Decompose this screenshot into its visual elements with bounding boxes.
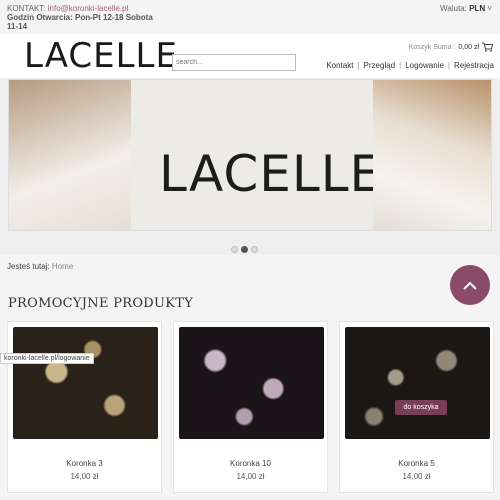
status-url-tooltip: koronki-lacelle.pl/logowanie [0, 353, 94, 364]
currency-selector[interactable]: Waluta: PLN ˅ [440, 4, 492, 13]
slider-dot-2[interactable] [241, 246, 248, 253]
product-image[interactable] [13, 327, 158, 439]
main-nav: Kontakt | Przegląd | Logowanie | Rejestr… [326, 61, 494, 70]
contact-info: KONTAKT: info@koronki-lacelle.pl [7, 4, 128, 13]
search-input[interactable] [172, 54, 296, 71]
site-header: LACELLE Koszyk Suma : 0,00 zł Kontakt | … [0, 34, 500, 78]
nav-separator: | [357, 61, 360, 70]
currency-value: PLN [469, 4, 486, 13]
nav-rejestracja[interactable]: Rejestracja [454, 61, 494, 70]
currency-label: Waluta: [440, 4, 467, 13]
opening-hours: Godzin Otwarcia: Pon-Pt 12-18 Sobota 11-… [7, 13, 153, 31]
bride-photo-left [9, 80, 131, 230]
contact-email-link[interactable]: info@koronki-lacelle.pl [48, 4, 129, 13]
chevron-up-icon [463, 281, 477, 290]
nav-kontakt[interactable]: Kontakt [326, 61, 353, 70]
nav-logowanie[interactable]: Logowanie [405, 61, 444, 70]
shopping-cart-icon [482, 42, 493, 52]
breadcrumb-label: Jesteś tutaj: [7, 262, 50, 271]
product-price: 14,00 zł [70, 472, 99, 481]
cart-label: Koszyk Suma : [408, 43, 456, 51]
section-title: PROMOCYJNE PRODUKTY [8, 296, 194, 311]
cart-total: 0,00 zł [458, 43, 479, 51]
product-name[interactable]: Koronka 3 [8, 459, 161, 468]
product-price: 14,00 zł [236, 472, 265, 481]
scroll-top-button[interactable] [450, 265, 490, 305]
nav-przeglad[interactable]: Przegląd [364, 61, 396, 70]
hero-slider[interactable]: LACELLE [8, 79, 492, 231]
product-card[interactable]: Koronka 3 14,00 zł [7, 321, 162, 493]
add-to-cart-button[interactable]: do koszyka [395, 400, 447, 415]
product-card[interactable]: Koronka 10 14,00 zł [173, 321, 328, 493]
breadcrumb-home-link[interactable]: Home [52, 262, 73, 271]
banner-logo: LACELLE [159, 145, 383, 203]
product-image[interactable]: do koszyka [345, 327, 490, 439]
product-price: 14,00 zł [402, 472, 431, 481]
slider-dot-1[interactable] [231, 246, 238, 253]
chevron-down-icon: ˅ [487, 4, 492, 13]
breadcrumb: Jesteś tutaj: Home [7, 262, 73, 271]
product-card[interactable]: do koszyka Koronka 5 14,00 zł [339, 321, 494, 493]
product-name[interactable]: Koronka 5 [340, 459, 493, 468]
bride-photo-right [373, 80, 491, 230]
top-info-bar: KONTAKT: info@koronki-lacelle.pl Godzin … [0, 0, 500, 34]
cart-summary[interactable]: Koszyk Suma : 0,00 zł [409, 42, 493, 52]
slider-dots [231, 246, 258, 253]
nav-separator: | [399, 61, 402, 70]
banner-area: LACELLE [0, 78, 500, 255]
site-logo[interactable]: LACELLE [24, 36, 178, 76]
product-name[interactable]: Koronka 10 [174, 459, 327, 468]
nav-separator: | [447, 61, 450, 70]
contact-label: KONTAKT: [7, 4, 46, 13]
slider-dot-3[interactable] [251, 246, 258, 253]
product-image[interactable] [179, 327, 324, 439]
